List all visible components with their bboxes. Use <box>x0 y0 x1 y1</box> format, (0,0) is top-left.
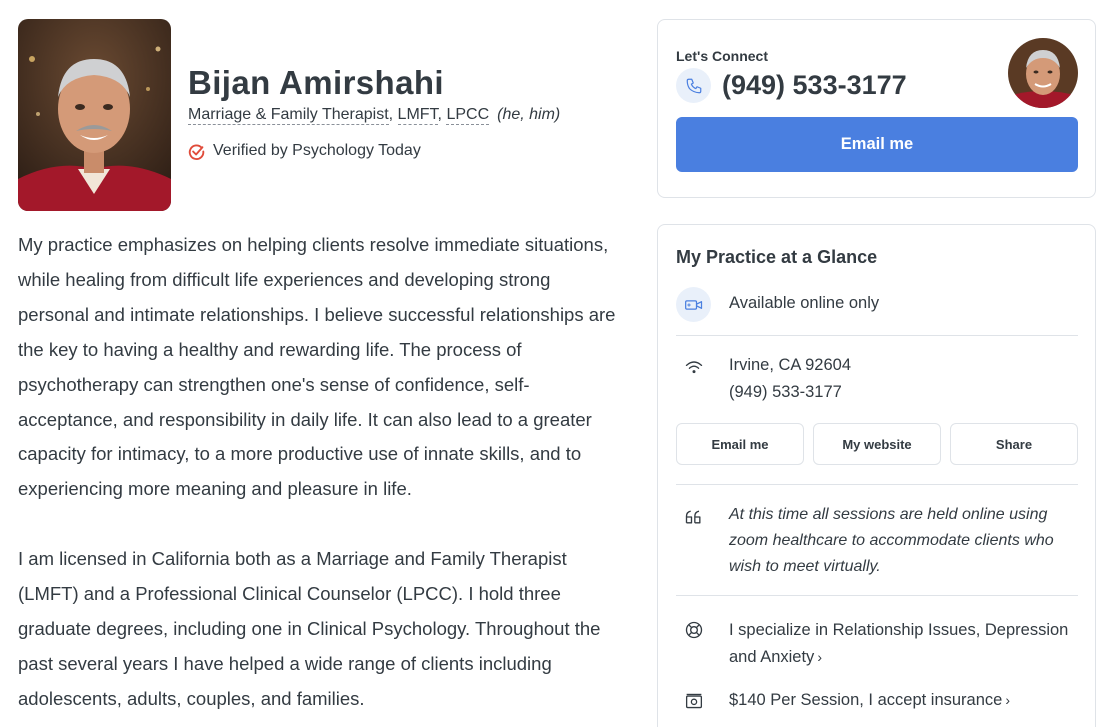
share-button[interactable]: Share <box>950 423 1078 465</box>
therapist-name: Bijan Amirshahi <box>188 64 444 101</box>
chevron-right-icon: › <box>1005 692 1011 708</box>
specialty-icon <box>676 612 711 647</box>
phone-number: (949) 533-3177 <box>722 70 907 100</box>
online-status: Available online only <box>729 294 880 312</box>
fees-link[interactable]: $140 Per Session, I accept insurance › <box>729 687 1010 714</box>
phone-icon <box>676 68 711 103</box>
connect-title: Let's Connect <box>676 48 769 64</box>
verified-text: Verified by Psychology Today <box>213 142 421 159</box>
practice-glance-card: My Practice at a Glance Available online… <box>657 224 1096 727</box>
lmft-link[interactable]: LMFT <box>397 106 438 125</box>
email-me-button[interactable]: Email me <box>676 423 804 465</box>
quote-icon <box>676 499 711 534</box>
title-link[interactable]: Marriage & Family Therapist <box>188 106 389 125</box>
location: Irvine, CA 92604 <box>729 356 851 374</box>
bio-paragraph: I am licensed in California both as a Ma… <box>18 548 601 709</box>
glance-phone[interactable]: (949) 533-3177 <box>729 379 842 406</box>
chevron-right-icon: › <box>817 649 822 665</box>
lpcc-link[interactable]: LPCC <box>446 106 490 125</box>
fees-icon <box>676 683 711 718</box>
bio-paragraph: My practice emphasizes on helping client… <box>18 234 616 500</box>
connect-card: Let's Connect (949) 533-3177 Email me <box>657 19 1096 198</box>
wifi-icon <box>676 349 711 384</box>
bio-section: My practice emphasizes on helping client… <box>18 228 618 717</box>
pronouns: (he, him) <box>497 106 561 123</box>
divider <box>676 484 1078 485</box>
email-button[interactable]: Email me <box>676 117 1078 172</box>
phone-link[interactable]: (949) 533-3177 <box>676 68 907 103</box>
credentials: Marriage & Family Therapist, LMFT, LPCC(… <box>188 106 561 125</box>
website-button[interactable]: My website <box>813 423 941 465</box>
video-icon <box>676 287 711 322</box>
verified-badge[interactable]: Verified by Psychology Today <box>188 142 421 160</box>
specialties-link[interactable]: I specialize in Relationship Issues, Dep… <box>729 617 1079 671</box>
verified-check-icon <box>188 144 205 160</box>
profile-photo <box>18 19 171 211</box>
glance-title: My Practice at a Glance <box>676 247 878 267</box>
divider <box>676 595 1078 596</box>
practice-quote: At this time all sessions are held onlin… <box>729 506 1054 575</box>
divider <box>676 335 1078 336</box>
avatar <box>1008 38 1078 108</box>
